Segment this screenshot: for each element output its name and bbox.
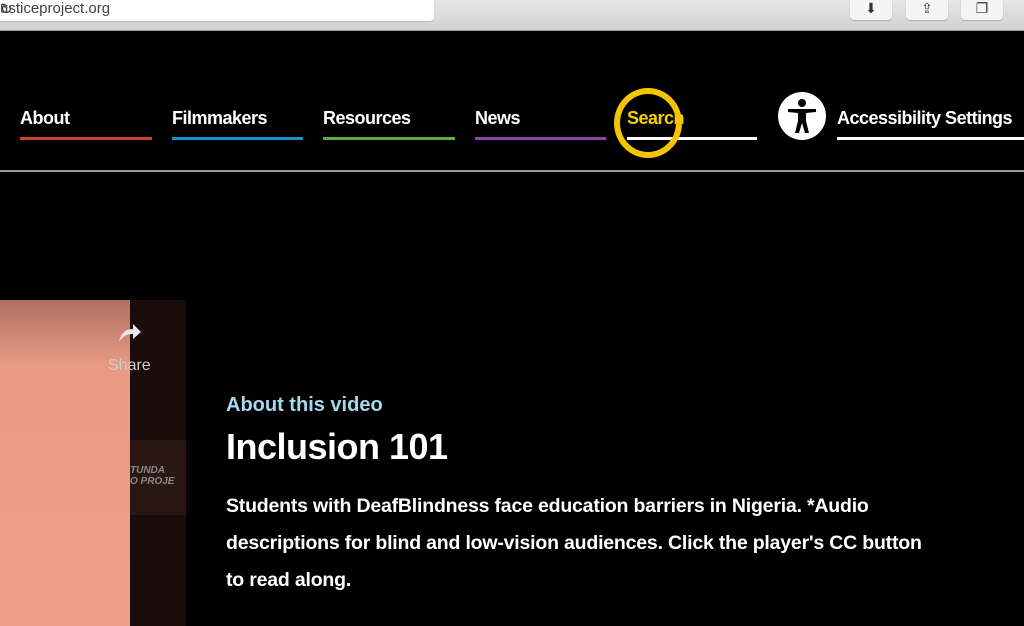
browser-toolbar: usticeproject.org ↻ ⬇ ⇪ ❐ — [0, 0, 1024, 31]
nav-underline — [837, 137, 1024, 140]
header-divider — [0, 170, 1024, 172]
nav-label: Filmmakers — [172, 108, 268, 128]
nav-underline — [20, 137, 152, 140]
nav-underline — [475, 137, 606, 140]
address-bar[interactable]: usticeproject.org ↻ — [0, 0, 434, 21]
nav-filmmakers[interactable]: Filmmakers — [172, 108, 303, 144]
nav-label: Resources — [323, 108, 411, 128]
nav-label: Accessibility Settings — [837, 108, 1013, 128]
video-player[interactable]: TUNDA O PROJE — [0, 300, 186, 626]
accessibility-icon[interactable] — [778, 92, 826, 140]
nav-label: News — [475, 108, 521, 128]
download-button[interactable]: ⬇ — [850, 0, 892, 20]
about-eyebrow: About this video — [226, 394, 383, 416]
download-icon: ⬇ — [865, 0, 877, 16]
video-description: Students with DeafBlindness face educati… — [226, 495, 922, 591]
tabs-button[interactable]: ❐ — [961, 0, 1003, 20]
nav-accessibility-settings[interactable]: Accessibility Settings — [837, 108, 1024, 144]
share-arrow-icon[interactable] — [117, 322, 143, 344]
video-title: Inclusion 101 — [226, 426, 448, 467]
share-button[interactable]: ⇪ — [906, 0, 948, 20]
nav-about[interactable]: About — [20, 108, 152, 144]
reload-icon[interactable]: ↻ — [0, 0, 424, 18]
share-icon: ⇪ — [921, 0, 933, 16]
highlight-circle — [614, 88, 682, 158]
tabs-icon: ❐ — [975, 0, 989, 16]
nav-underline — [323, 137, 455, 140]
video-frame — [0, 300, 130, 626]
nav-underline — [172, 137, 303, 140]
nav-resources[interactable]: Resources — [323, 108, 455, 144]
nav-label: About — [20, 108, 70, 128]
nav-news[interactable]: News — [475, 108, 606, 144]
share-label[interactable]: Share — [108, 357, 151, 375]
video-sign: TUNDA O PROJE — [130, 440, 186, 515]
